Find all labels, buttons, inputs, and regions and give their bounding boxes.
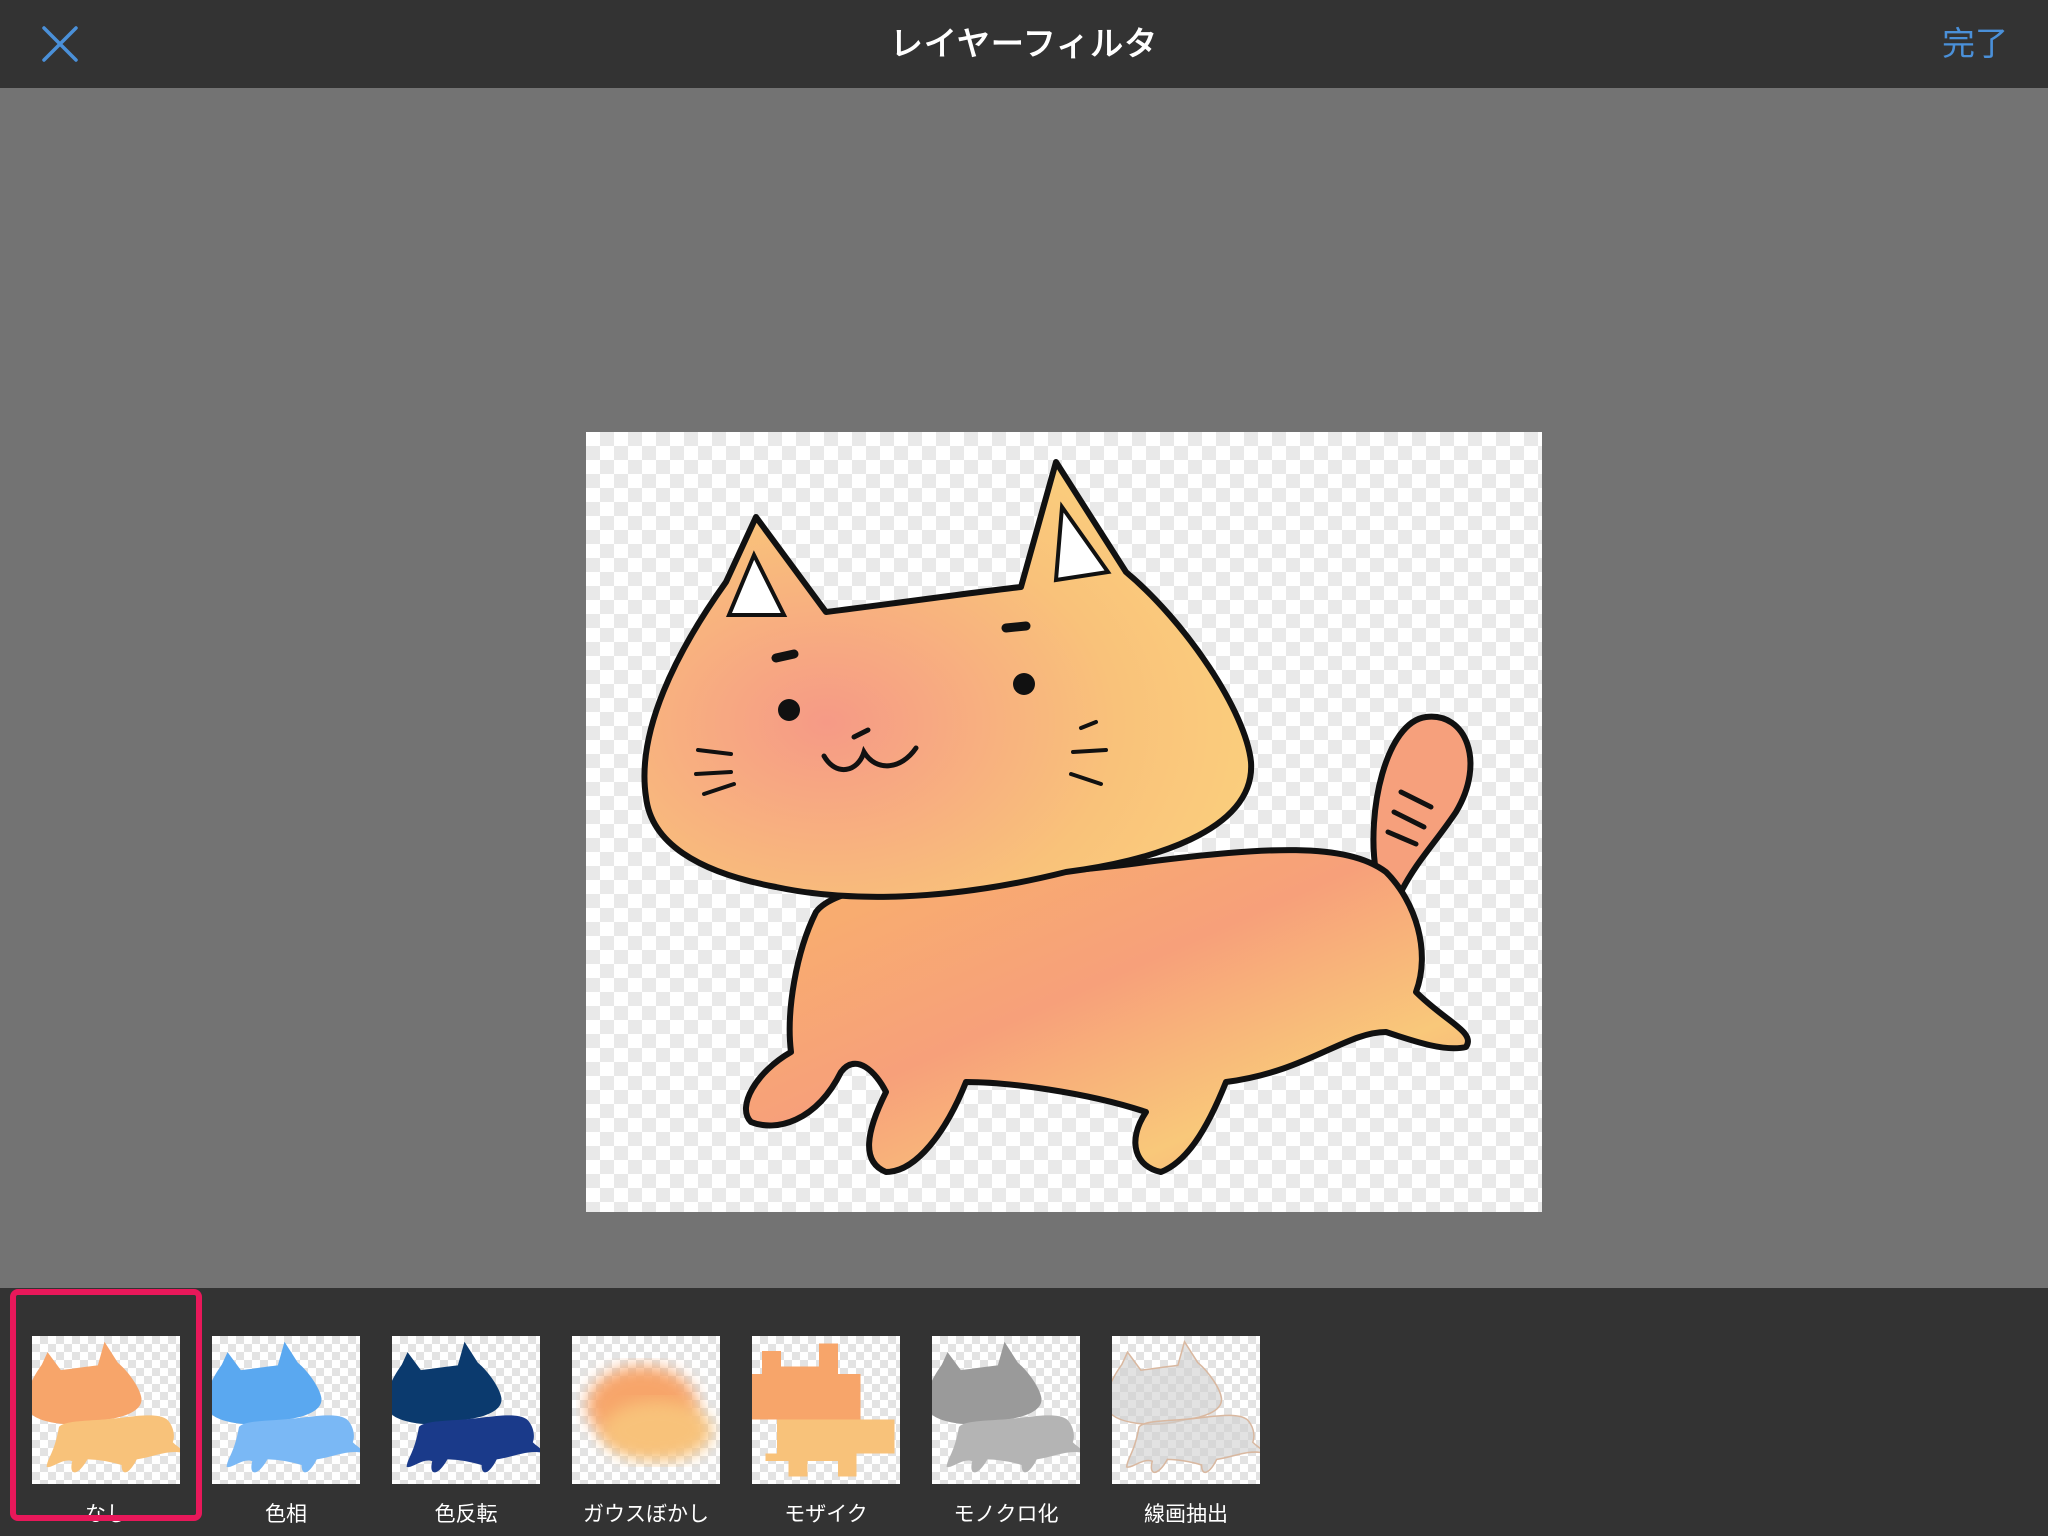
cat-thumbnail-icon xyxy=(932,1341,1080,1473)
filter-thumbnail xyxy=(1112,1336,1260,1484)
filter-mosaic[interactable]: モザイク xyxy=(722,1312,902,1526)
cat-thumbnail-icon xyxy=(752,1343,895,1477)
filter-thumbnail xyxy=(392,1336,540,1484)
filter-invert[interactable]: 色反転 xyxy=(362,1312,542,1526)
filter-line-extraction[interactable]: 線画抽出 xyxy=(1082,1312,1262,1526)
filter-bar: なし 色相 色反転 ガウスぼかし モザイク モノクロ化 線画抽出 xyxy=(0,1288,2048,1536)
filter-label: なし xyxy=(85,1502,127,1526)
filter-thumbnail xyxy=(572,1336,720,1484)
filter-label: ガウスぼかし xyxy=(583,1502,709,1526)
filter-monochrome[interactable]: モノクロ化 xyxy=(902,1312,1082,1526)
filter-label: 色反転 xyxy=(434,1502,498,1526)
filter-thumbnail xyxy=(212,1336,360,1484)
filter-label: 線画抽出 xyxy=(1144,1502,1228,1526)
page-title: レイヤーフィルタ xyxy=(889,24,1159,63)
filter-thumbnail xyxy=(752,1336,900,1484)
filter-thumbnail xyxy=(32,1336,180,1484)
layer-preview[interactable] xyxy=(586,432,1542,1212)
cat-thumbnail-icon xyxy=(1112,1339,1260,1474)
filter-label: モノクロ化 xyxy=(953,1502,1059,1526)
cat-thumbnail-icon xyxy=(587,1366,712,1461)
canvas-area xyxy=(0,88,2048,1288)
done-button[interactable]: 完了 xyxy=(1942,0,2008,88)
cat-illustration xyxy=(641,459,1474,1175)
filter-hue[interactable]: 色相 xyxy=(182,1312,362,1526)
cat-thumbnail-icon xyxy=(212,1341,360,1473)
filter-thumbnail xyxy=(932,1336,1080,1484)
cat-thumbnail-icon xyxy=(392,1341,540,1473)
filter-label: モザイク xyxy=(784,1502,868,1526)
filter-label: 色相 xyxy=(265,1502,307,1526)
cat-thumbnail-icon xyxy=(32,1341,180,1473)
filter-gaussian-blur[interactable]: ガウスぼかし xyxy=(542,1312,722,1526)
top-bar: レイヤーフィルタ 完了 xyxy=(0,0,2048,88)
layer-filter-screen: レイヤーフィルタ 完了 なし 色相 色反転 ガウスぼかし モザイク モノクロ化 … xyxy=(0,0,2048,1536)
filter-none[interactable]: なし xyxy=(2,1312,182,1526)
